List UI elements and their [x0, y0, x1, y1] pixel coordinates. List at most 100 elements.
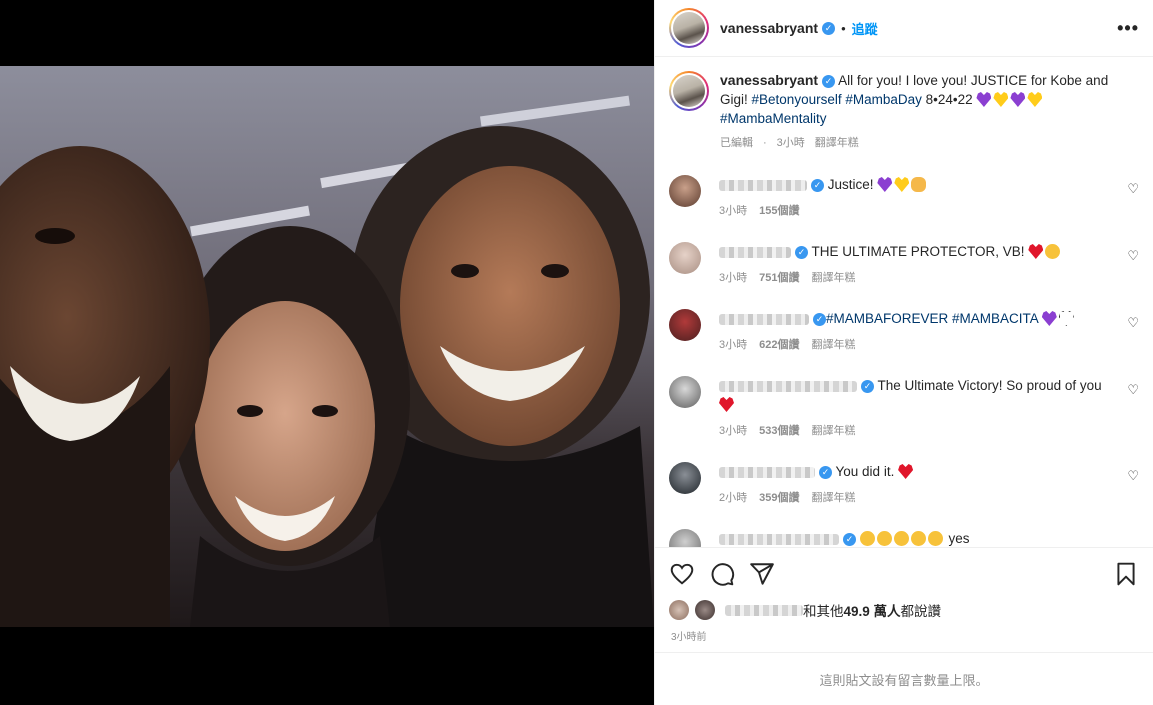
commenter-username-blurred[interactable]: [719, 179, 807, 191]
commenter-avatar[interactable]: [669, 529, 701, 547]
likes-prefix: 和其他: [803, 604, 844, 619]
post-actions: 和其他 49.9 萬人 都說讚 3小時前: [655, 547, 1153, 652]
comment-item: ✓ The Ultimate Victory! So proud of you …: [669, 376, 1139, 441]
post-timestamp[interactable]: 3小時前: [655, 628, 1153, 643]
like-comment-heart-icon[interactable]: ♡: [1127, 382, 1139, 398]
comment-translate-link[interactable]: 翻譯年糕: [811, 492, 855, 504]
face-emoji-icon: [876, 531, 892, 546]
like-comment-heart-icon[interactable]: ♡: [1127, 468, 1139, 484]
likes-suffix: 都說讚: [900, 604, 942, 619]
yellow-heart-icon: [894, 177, 910, 192]
commenter-avatar[interactable]: [669, 175, 701, 207]
commenter-avatar[interactable]: [669, 376, 701, 408]
comment-bubble-icon[interactable]: [709, 561, 735, 587]
comment-likes[interactable]: 359個讚: [759, 492, 799, 504]
verified-badge-icon: ✓: [822, 74, 836, 88]
likes-count[interactable]: 49.9 萬人: [844, 600, 901, 620]
post-caption: vanessabryant ✓ All for you! I love you! …: [655, 57, 1153, 153]
red-heart-icon: [719, 397, 734, 412]
commenter-username-blurred[interactable]: [719, 313, 809, 325]
yellow-heart-icon: [993, 92, 1009, 107]
clapping-hands-icon: [911, 177, 927, 192]
comments-scroll-area[interactable]: vanessabryant ✓ All for you! I love you! …: [655, 57, 1153, 547]
comment-time: 3小時: [719, 425, 748, 437]
purple-heart-icon: [976, 92, 992, 107]
comments-limited-notice: 這則貼文設有留言數量上限。: [655, 652, 1153, 705]
edited-label: 已編輯: [720, 137, 753, 149]
purple-heart-icon: [1010, 92, 1026, 107]
liker-avatar: [669, 600, 689, 620]
comment-item: ✓ Justice! 3小時 155個讚 ♡: [669, 175, 1139, 221]
caption-time: 3小時: [776, 137, 805, 149]
post-media-pane: [0, 0, 654, 705]
verified-badge-icon: ✓: [822, 21, 836, 35]
comment-item: ✓ yes: [669, 529, 1139, 547]
caption-text-1: All for you! I love you! JUSTICE for Kob…: [838, 73, 1109, 88]
like-heart-icon[interactable]: [669, 561, 695, 587]
like-comment-heart-icon[interactable]: ♡: [1127, 248, 1139, 264]
purple-heart-icon: [1041, 311, 1057, 326]
face-emoji-icon: [910, 531, 926, 546]
comment-text: #MAMBAFOREVER #MAMBACITA: [826, 311, 1039, 326]
face-emoji-icon: [859, 531, 875, 546]
more-options-icon[interactable]: •••: [1117, 18, 1139, 39]
author-avatar[interactable]: [669, 8, 709, 48]
red-heart-icon: [898, 464, 914, 479]
face-emoji-icon: [1045, 244, 1061, 259]
liker-username-blurred[interactable]: [725, 604, 803, 616]
instagram-post-view: vanessabryant ✓ • 追蹤 ••• vanessabryant ✓ …: [0, 0, 1153, 705]
caption-text-2: Gigi!: [720, 92, 748, 107]
comment-item: ✓ #MAMBAFOREVER #MAMBACITA 3小時 622個讚 翻譯年糕 ♡: [669, 309, 1139, 355]
caption-username[interactable]: vanessabryant: [720, 72, 818, 88]
face-emoji-icon: [893, 531, 909, 546]
comment-time: 3小時: [719, 205, 748, 217]
comment-time: 2小時: [719, 492, 748, 504]
verified-badge-icon: ✓: [811, 178, 824, 192]
comment-translate-link[interactable]: 翻譯年糕: [811, 425, 855, 437]
hashtag-betonyourself[interactable]: #Betonyourself: [752, 92, 842, 107]
share-paper-plane-icon[interactable]: [749, 561, 775, 587]
comment-translate-link[interactable]: 翻譯年糕: [811, 339, 855, 351]
hashtag-mambamentality[interactable]: #MambaMentality: [720, 111, 827, 126]
commenter-username-blurred[interactable]: [719, 246, 791, 258]
caption-translate-link[interactable]: 翻譯年糕: [815, 137, 859, 149]
follow-button[interactable]: 追蹤: [852, 19, 878, 38]
caption-date: 8•24•22: [925, 92, 973, 107]
hashtag-mambaday[interactable]: #MambaDay: [845, 92, 922, 107]
comment-likes[interactable]: 533個讚: [759, 425, 799, 437]
comment-text: Justice!: [827, 177, 874, 192]
liker-avatar: [695, 600, 715, 620]
likes-summary[interactable]: 和其他 49.9 萬人 都說讚: [655, 600, 1153, 620]
commenter-username-blurred[interactable]: [719, 380, 857, 392]
comment-text: yes: [948, 531, 970, 546]
commenter-avatar[interactable]: [669, 242, 701, 274]
commenter-avatar[interactable]: [669, 309, 701, 341]
white-heart-icon: [1058, 311, 1074, 326]
commenter-avatar[interactable]: [669, 462, 701, 494]
comment-item: ✓ THE ULTIMATE PROTECTOR, VB! 3小時 751個讚 翻譯…: [669, 242, 1139, 288]
comment-likes[interactable]: 751個讚: [759, 272, 799, 284]
post-details-panel: vanessabryant ✓ • 追蹤 ••• vanessabryant ✓ …: [654, 0, 1153, 705]
comment-text: THE ULTIMATE PROTECTOR, VB!: [811, 244, 1025, 259]
face-emoji-icon: [927, 531, 943, 546]
like-comment-heart-icon[interactable]: ♡: [1127, 315, 1139, 331]
commenter-username-blurred[interactable]: [719, 533, 839, 545]
like-comment-heart-icon[interactable]: ♡: [1127, 181, 1139, 197]
selfie-photo-illustration: [0, 66, 654, 627]
author-username[interactable]: vanessabryant: [720, 20, 818, 36]
caption-author-avatar[interactable]: [669, 71, 709, 111]
comment-likes[interactable]: 155個讚: [759, 205, 799, 217]
post-photo[interactable]: [0, 66, 654, 627]
comment-text: The Ultimate Victory! So proud of you: [877, 378, 1102, 393]
purple-heart-icon: [877, 177, 893, 192]
commenter-username-blurred[interactable]: [719, 466, 815, 478]
comment-translate-link[interactable]: 翻譯年糕: [811, 272, 855, 284]
verified-badge-icon: ✓: [843, 532, 856, 546]
comment-text: You did it.: [835, 464, 895, 479]
caption-meta: 已編輯 · 3小時 翻譯年糕: [720, 137, 859, 149]
save-bookmark-icon[interactable]: [1113, 561, 1139, 587]
comment-time: 3小時: [719, 272, 748, 284]
post-header: vanessabryant ✓ • 追蹤 •••: [655, 0, 1153, 57]
comment-likes[interactable]: 622個讚: [759, 339, 799, 351]
separator-dot: •: [841, 20, 846, 36]
